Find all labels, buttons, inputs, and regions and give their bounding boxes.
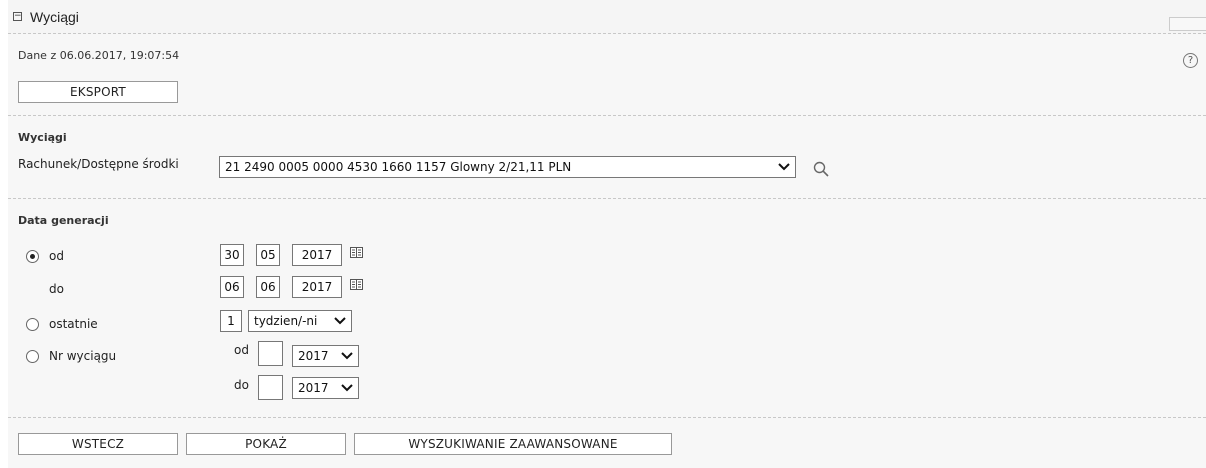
advanced-search-button[interactable]: WYSZUKIWANIE ZAAWANSOWANE <box>354 433 672 455</box>
nr-from-label: od <box>234 343 249 357</box>
account-label: Rachunek/Dostępne środki <box>18 157 179 171</box>
account-select-value: 21 2490 0005 0000 4530 1660 1157 Glowny … <box>225 160 572 174</box>
radio-last[interactable] <box>26 318 39 331</box>
show-button[interactable]: POKAŻ <box>186 433 346 455</box>
search-icon[interactable] <box>813 161 829 177</box>
nr-to-year-value: 2017 <box>298 381 329 395</box>
last-unit-select[interactable]: tydzien/-ni <box>248 310 352 332</box>
nr-from-year-value: 2017 <box>298 349 329 363</box>
calendar-icon[interactable] <box>350 278 363 290</box>
radio-statement-number[interactable] <box>26 350 39 363</box>
chevron-down-icon <box>778 157 790 183</box>
header-tab-stub <box>1169 17 1206 31</box>
nr-to-year-select[interactable]: 2017 <box>292 377 359 399</box>
account-select[interactable]: 21 2490 0005 0000 4530 1660 1157 Glowny … <box>219 156 796 178</box>
from-day-input[interactable]: 30 <box>220 244 244 266</box>
statement-number-label: Nr wyciągu <box>49 349 117 363</box>
to-year-input[interactable]: 2017 <box>292 276 342 298</box>
chevron-down-icon <box>341 346 353 372</box>
data-timestamp: Dane z 06.06.2017, 19:07:54 <box>18 49 180 62</box>
divider <box>8 417 1206 418</box>
last-label: ostatnie <box>49 317 98 331</box>
to-label: do <box>49 282 64 296</box>
help-icon[interactable]: ? <box>1183 53 1198 68</box>
panel-title: Wyciągi <box>30 9 79 25</box>
nr-from-year-select[interactable]: 2017 <box>292 345 359 367</box>
divider <box>8 198 1206 199</box>
panel-header: − Wyciągi <box>8 0 1206 34</box>
to-day-input[interactable]: 06 <box>220 276 244 298</box>
from-label: od <box>49 249 64 263</box>
back-button[interactable]: WSTECZ <box>18 433 178 455</box>
export-button[interactable]: EKSPORT <box>18 81 178 103</box>
from-year-input[interactable]: 2017 <box>292 244 342 266</box>
chevron-down-icon <box>341 378 353 404</box>
collapse-icon[interactable]: − <box>13 12 22 21</box>
statements-section-title: Wyciągi <box>18 131 67 144</box>
generation-section-title: Data generacji <box>18 214 109 227</box>
from-month-input[interactable]: 05 <box>256 244 280 266</box>
calendar-icon[interactable] <box>350 246 363 258</box>
divider <box>8 115 1206 116</box>
last-unit-value: tydzien/-ni <box>254 314 318 328</box>
to-month-input[interactable]: 06 <box>256 276 280 298</box>
nr-to-input[interactable] <box>258 375 283 400</box>
radio-from-date[interactable] <box>26 250 39 263</box>
nr-to-label: do <box>234 378 249 392</box>
statements-panel: − Wyciągi Dane z 06.06.2017, 19:07:54 ? … <box>8 0 1206 468</box>
chevron-down-icon <box>334 311 346 337</box>
last-count-input[interactable]: 1 <box>220 310 242 332</box>
nr-from-input[interactable] <box>258 341 283 366</box>
